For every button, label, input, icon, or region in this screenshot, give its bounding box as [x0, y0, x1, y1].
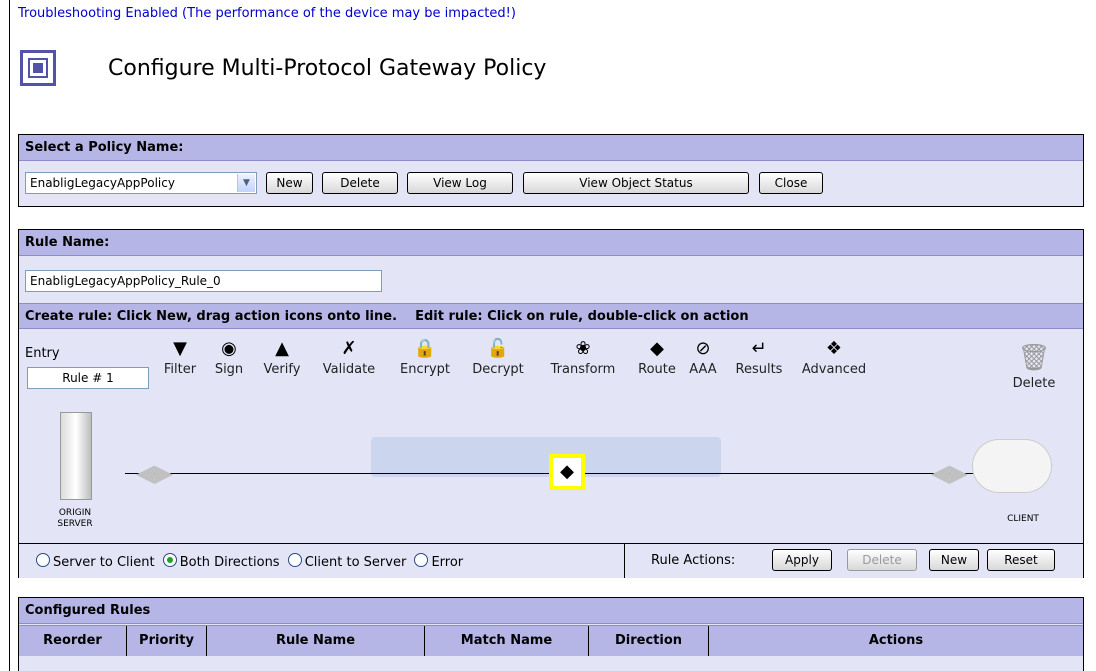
- right-arrow-icon: ◀▶: [931, 459, 968, 487]
- close-button[interactable]: Close: [759, 172, 823, 194]
- configured-rules-header: Configured Rules: [19, 598, 1083, 624]
- rule-panel-header: Rule Name:: [19, 230, 1083, 256]
- divider: [624, 544, 625, 578]
- client-cloud-icon: [973, 440, 1051, 492]
- configured-rules-panel: Configured Rules Reorder Priority Rule N…: [18, 597, 1084, 671]
- advanced-icon: ❖: [825, 338, 843, 359]
- origin-server-icon: [60, 412, 92, 500]
- column-direction: Direction: [589, 626, 709, 656]
- direction-options: Server to Client Both Directions Client …: [36, 552, 463, 570]
- delete-rule-button: Delete: [847, 549, 917, 571]
- column-reorder: Reorder: [19, 626, 127, 656]
- rule-actions-label: Rule Actions:: [651, 553, 736, 568]
- view-log-button[interactable]: View Log: [407, 172, 513, 194]
- transform-icon: ❀: [575, 338, 591, 359]
- client-label: CLIENT: [1007, 514, 1039, 524]
- action-encrypt[interactable]: 🔒 Encrypt: [391, 338, 459, 377]
- action-results[interactable]: ↵ Results: [729, 338, 789, 377]
- page-left-border: [9, 0, 10, 671]
- radio-error[interactable]: Error: [414, 553, 463, 570]
- rule-editor-area: Entry Rule # 1 ▼ Filter ◉ Sign ▲ Verify ✗ Va…: [19, 330, 1083, 542]
- radio-icon: [414, 553, 429, 567]
- configured-rules-table-header: Reorder Priority Rule Name Match Name Di…: [19, 625, 1083, 656]
- action-sign[interactable]: ◉ Sign: [208, 338, 250, 377]
- rule-panel: Rule Name: EnabligLegacyAppPolicy_Rule_0…: [18, 229, 1084, 578]
- route-icon: ◆: [650, 338, 664, 359]
- radio-client-to-server[interactable]: Client to Server: [287, 553, 406, 570]
- apply-button[interactable]: Apply: [772, 549, 832, 571]
- rule-instructions: Create rule: Click New, drag action icon…: [19, 303, 1083, 329]
- encrypt-icon: 🔒: [413, 338, 437, 359]
- new-policy-button[interactable]: New: [266, 172, 313, 194]
- view-object-status-button[interactable]: View Object Status: [523, 172, 749, 194]
- entry-rule-field[interactable]: Rule # 1: [27, 367, 149, 389]
- left-arrow-icon: ◀▶: [136, 459, 173, 487]
- decrypt-icon: 🔓: [486, 338, 510, 359]
- delete-policy-button[interactable]: Delete: [322, 172, 398, 194]
- trash-icon: 🗑: [1017, 343, 1051, 373]
- rule-name-input[interactable]: EnabligLegacyAppPolicy_Rule_0: [25, 270, 382, 292]
- policy-select-panel: Select a Policy Name: EnabligLegacyAppPo…: [18, 134, 1084, 207]
- new-rule-button[interactable]: New: [929, 549, 979, 571]
- radio-icon: [36, 553, 50, 567]
- gateway-policy-icon: [20, 50, 56, 86]
- column-actions: Actions: [868, 633, 924, 648]
- action-decrypt[interactable]: 🔓 Decrypt: [464, 338, 532, 377]
- origin-server-label: ORIGIN SERVER: [57, 508, 93, 529]
- column-rule-name: Rule Name: [207, 626, 425, 656]
- action-aaa[interactable]: ⊘ AAA: [683, 338, 723, 377]
- policy-name-select[interactable]: EnabligLegacyAppPolicy ▼: [25, 172, 257, 194]
- column-match-name: Match Name: [425, 626, 589, 656]
- column-priority: Priority: [127, 626, 207, 656]
- reset-button[interactable]: Reset: [987, 549, 1055, 571]
- appliance-graphic: [371, 437, 721, 477]
- policy-panel-header: Select a Policy Name:: [19, 135, 1083, 161]
- delete-action-trash[interactable]: 🗑 Delete: [1009, 342, 1059, 391]
- action-verify[interactable]: ▲ Verify: [255, 338, 309, 377]
- chevron-down-icon[interactable]: ▼: [237, 174, 255, 192]
- sign-icon: ◉: [221, 338, 237, 359]
- page-title: Configure Multi-Protocol Gateway Policy: [108, 56, 547, 81]
- radio-selected-icon: [162, 553, 177, 567]
- filter-icon: ▼: [173, 338, 187, 359]
- entry-label: Entry: [25, 346, 60, 361]
- troubleshooting-banner[interactable]: Troubleshooting Enabled (The performance…: [18, 6, 516, 21]
- aaa-icon: ⊘: [695, 338, 711, 359]
- radio-icon: [287, 553, 302, 567]
- radio-server-to-client[interactable]: Server to Client: [36, 553, 155, 570]
- action-route[interactable]: ◆ Route: [633, 338, 681, 377]
- match-action-icon[interactable]: ◆: [549, 454, 585, 490]
- verify-icon: ▲: [275, 338, 289, 359]
- radio-both-directions[interactable]: Both Directions: [162, 553, 280, 570]
- action-filter[interactable]: ▼ Filter: [157, 338, 203, 377]
- action-transform[interactable]: ❀ Transform: [539, 338, 627, 377]
- results-icon: ↵: [751, 338, 767, 359]
- action-validate[interactable]: ✗ Validate: [314, 338, 384, 377]
- validate-icon: ✗: [341, 338, 357, 359]
- direction-row: Server to Client Both Directions Client …: [19, 543, 1083, 578]
- action-advanced[interactable]: ❖ Advanced: [795, 338, 873, 377]
